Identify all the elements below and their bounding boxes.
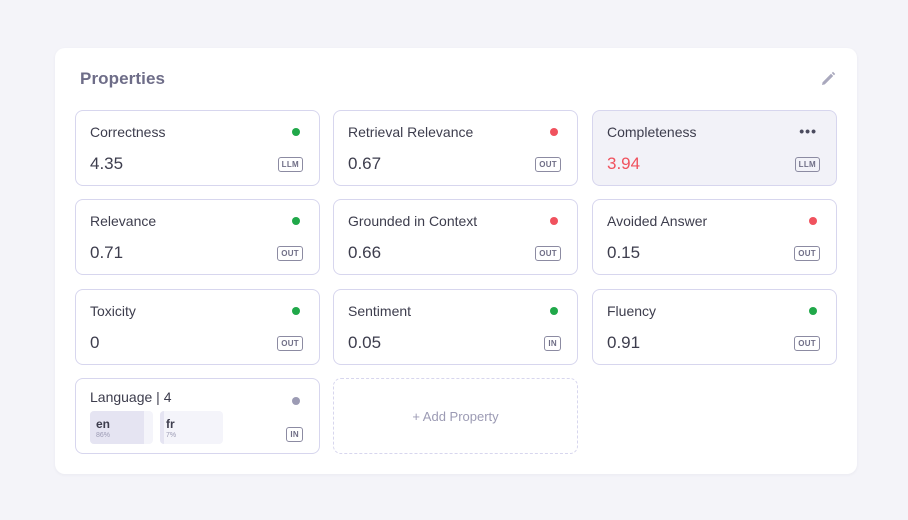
property-value: 0.15 — [607, 243, 641, 262]
property-name: Retrieval Relevance — [348, 124, 474, 140]
property-card-toxicity[interactable]: Toxicity 0 OUT — [75, 289, 320, 365]
property-card-retrieval-relevance[interactable]: Retrieval Relevance 0.67 OUT — [333, 110, 578, 186]
language-code: en — [96, 417, 111, 431]
panel-title: Properties — [80, 69, 166, 88]
property-card-fluency[interactable]: Fluency 0.91 OUT — [592, 289, 837, 365]
property-card-relevance[interactable]: Relevance 0.71 OUT — [75, 199, 320, 275]
source-badge: OUT — [277, 246, 303, 261]
property-value: 3.94 — [607, 154, 641, 173]
add-property-label: + Add Property — [412, 408, 499, 424]
status-dot-red — [550, 217, 558, 225]
source-badge: LLM — [277, 157, 303, 172]
property-name: Fluency — [607, 303, 657, 319]
pencil-icon[interactable] — [819, 70, 837, 88]
property-name: Language | 4 — [90, 389, 172, 405]
property-name: Relevance — [90, 213, 157, 229]
status-dot-gray — [292, 397, 300, 405]
status-dot-red — [550, 128, 558, 136]
status-dot-green — [292, 217, 300, 225]
property-value: 0.91 — [607, 333, 641, 352]
property-name: Completeness — [607, 124, 697, 140]
property-name: Grounded in Context — [348, 213, 478, 229]
property-card-sentiment[interactable]: Sentiment 0.05 IN — [333, 289, 578, 365]
language-code: fr — [166, 417, 175, 431]
source-badge: OUT — [277, 336, 303, 351]
language-fill — [160, 411, 165, 444]
property-card-avoided-answer[interactable]: Avoided Answer 0.15 OUT — [592, 199, 837, 275]
more-options-icon[interactable]: ••• — [799, 123, 817, 139]
property-card-grounded-in-context[interactable]: Grounded in Context 0.66 OUT — [333, 199, 578, 275]
properties-panel: Properties Correctness 4.35 LLM Retrieva… — [55, 48, 857, 474]
language-percent: 86% — [96, 432, 111, 439]
language-bar-en: en 86% — [90, 411, 153, 444]
source-badge: OUT — [794, 336, 820, 351]
language-percent: 7% — [166, 432, 177, 439]
status-dot-green — [292, 307, 300, 315]
status-dot-red — [809, 217, 817, 225]
property-name: Avoided Answer — [607, 213, 708, 229]
source-badge: OUT — [535, 246, 561, 261]
source-badge: IN — [544, 336, 561, 351]
add-property-button[interactable]: + Add Property — [333, 378, 578, 454]
property-name: Sentiment — [348, 303, 412, 319]
property-card-correctness[interactable]: Correctness 4.35 LLM — [75, 110, 320, 186]
source-badge: IN — [286, 427, 303, 442]
source-badge: OUT — [794, 246, 820, 261]
property-value: 0 — [90, 333, 100, 352]
property-name: Correctness — [90, 124, 166, 140]
source-badge: LLM — [794, 157, 820, 172]
property-value: 0.67 — [348, 154, 382, 173]
property-value: 0.71 — [90, 243, 124, 262]
property-value: 0.66 — [348, 243, 382, 262]
source-badge: OUT — [535, 157, 561, 172]
status-dot-green — [809, 307, 817, 315]
property-value: 0.05 — [348, 333, 382, 352]
language-bar-fr: fr 7% — [160, 411, 223, 444]
property-card-language[interactable]: Language | 4 en 86% fr 7% IN — [75, 378, 320, 454]
status-dot-green — [550, 307, 558, 315]
property-value: 4.35 — [90, 154, 124, 173]
property-name: Toxicity — [90, 303, 136, 319]
status-dot-green — [292, 128, 300, 136]
property-card-completeness[interactable]: Completeness ••• 3.94 LLM — [592, 110, 837, 186]
